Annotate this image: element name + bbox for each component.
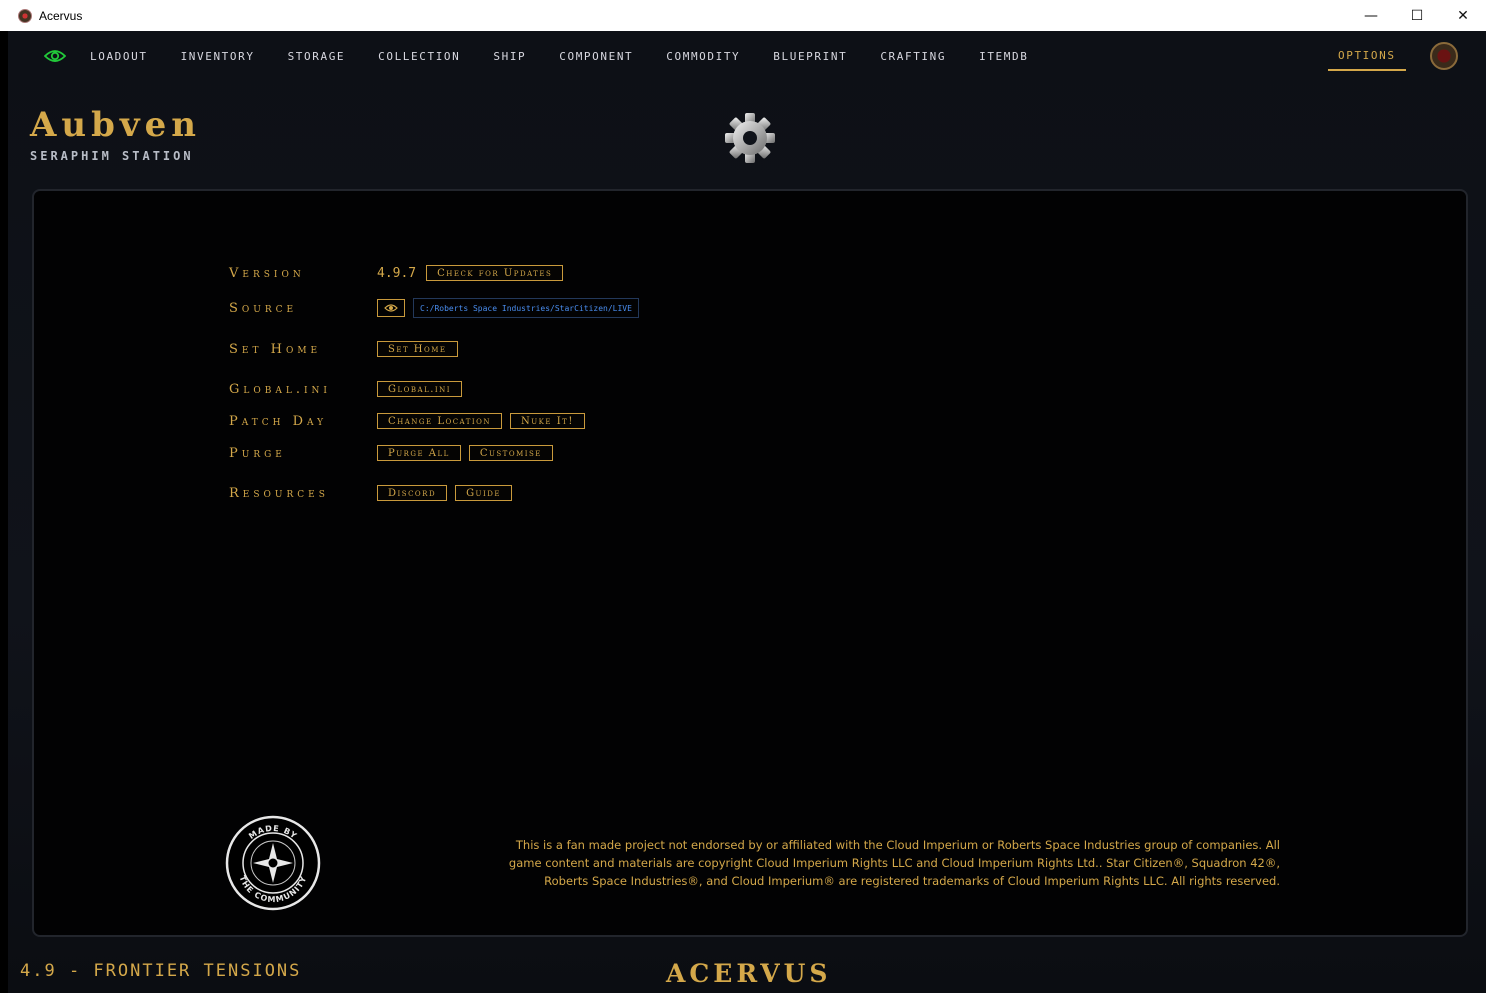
nav-crafting[interactable]: CRAFTING — [880, 50, 946, 63]
nav-itemdb[interactable]: ITEMDB — [979, 50, 1028, 63]
version-value: 4.9.7 — [377, 265, 417, 281]
close-button[interactable]: ✕ — [1440, 0, 1486, 31]
gear-icon — [725, 113, 775, 163]
location-title: Aubven — [30, 105, 201, 145]
nav-inventory[interactable]: INVENTORY — [181, 50, 255, 63]
top-nav: LOADOUT INVENTORY STORAGE COLLECTION SHI… — [8, 31, 1486, 83]
nav-component[interactable]: COMPONENT — [559, 50, 633, 63]
window-title-bar: Acervus — ☐ ✕ — [0, 0, 1486, 31]
patch-day-row: Patch Day Change Location Nuke It! — [229, 413, 593, 429]
patch-day-label: Patch Day — [229, 413, 328, 429]
disclaimer-line: Roberts Space Industries®, and Cloud Imp… — [544, 874, 1280, 888]
guide-button[interactable]: Guide — [455, 485, 512, 501]
nuke-it-button[interactable]: Nuke It! — [510, 413, 585, 429]
source-row: Source C:/Roberts Space Industries/StarC… — [229, 298, 639, 318]
set-home-button[interactable]: Set Home — [377, 341, 458, 357]
nav-blueprint[interactable]: BLUEPRINT — [773, 50, 847, 63]
source-label: Source — [229, 300, 298, 316]
avatar[interactable] — [1430, 42, 1458, 70]
check-updates-button[interactable]: Check for Updates — [426, 265, 564, 281]
community-badge-icon: MADE BY THE COMMUNITY — [225, 815, 321, 911]
nav-commodity[interactable]: COMMODITY — [666, 50, 740, 63]
eye-icon[interactable] — [44, 48, 66, 64]
game-version-label: 4.9 - FRONTIER TENSIONS — [20, 961, 302, 981]
nav-items: LOADOUT INVENTORY STORAGE COLLECTION SHI… — [90, 50, 1061, 63]
nav-storage[interactable]: STORAGE — [288, 50, 346, 63]
location-subtitle: SERAPHIM STATION — [30, 149, 194, 163]
brand-logo: ACERVUS — [666, 959, 832, 988]
nav-collection[interactable]: COLLECTION — [378, 50, 460, 63]
window-controls: — ☐ ✕ — [1348, 0, 1486, 31]
app-logo-icon — [18, 8, 32, 23]
customise-button[interactable]: Customise — [468, 445, 553, 461]
resources-label: Resources — [229, 485, 329, 501]
discord-button[interactable]: Discord — [377, 485, 448, 501]
set-home-row: Set Home Set Home — [229, 341, 466, 357]
maximize-button[interactable]: ☐ — [1394, 0, 1440, 31]
purge-all-button[interactable]: Purge All — [377, 445, 461, 461]
version-row: Version 4.9.7 Check for Updates — [229, 265, 571, 281]
set-home-label: Set Home — [229, 341, 322, 357]
change-location-button[interactable]: Change Location — [377, 413, 503, 429]
options-panel: Version 4.9.7 Check for Updates Source C… — [32, 189, 1468, 937]
app-window: LOADOUT INVENTORY STORAGE COLLECTION SHI… — [8, 31, 1486, 993]
source-path[interactable]: C:/Roberts Space Industries/StarCitizen/… — [413, 298, 639, 318]
purge-row: Purge Purge All Customise — [229, 445, 561, 461]
nav-ship[interactable]: SHIP — [493, 50, 526, 63]
disclaimer-line: game content and materials are copyright… — [508, 856, 1280, 870]
resources-row: Resources Discord Guide — [229, 485, 520, 501]
eye-icon — [384, 304, 398, 312]
minimize-button[interactable]: — — [1348, 0, 1394, 31]
window-title: Acervus — [39, 8, 83, 23]
disclaimer-text: This is a fan made project not endorsed … — [324, 836, 1280, 890]
purge-label: Purge — [229, 445, 286, 461]
nav-loadout[interactable]: LOADOUT — [90, 50, 148, 63]
version-label: Version — [229, 265, 305, 281]
disclaimer-line: This is a fan made project not endorsed … — [515, 838, 1280, 852]
global-ini-label: Global.ini — [229, 381, 331, 397]
nav-options[interactable]: OPTIONS — [1328, 49, 1406, 71]
global-ini-row: Global.ini Global.ini — [229, 381, 470, 397]
global-ini-button[interactable]: Global.ini — [377, 381, 463, 397]
reveal-source-button[interactable] — [377, 299, 405, 317]
